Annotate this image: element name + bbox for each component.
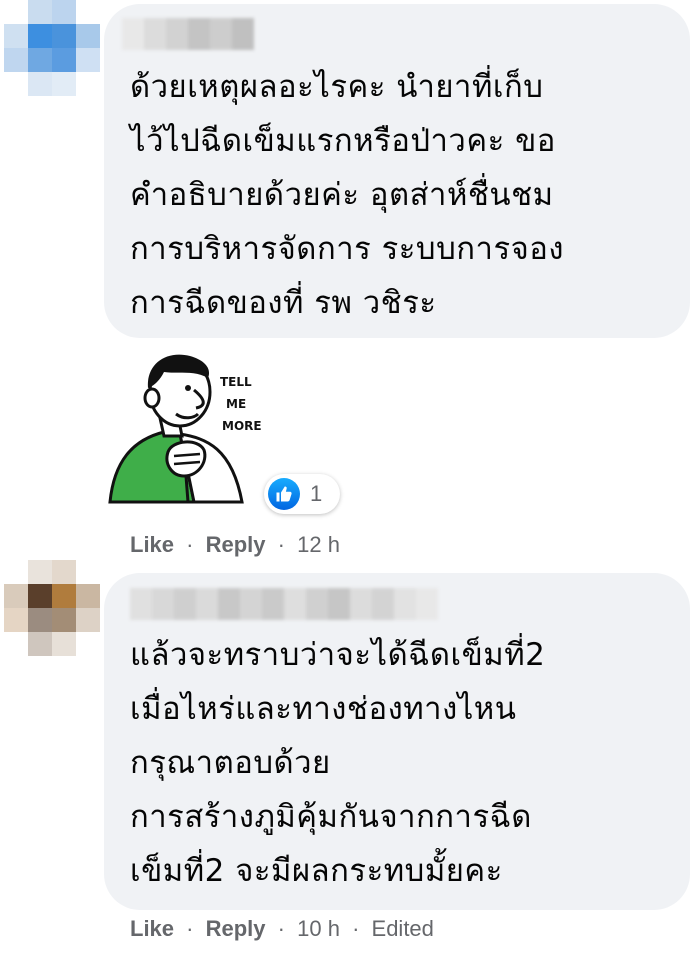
reply-button[interactable]: Reply	[206, 916, 266, 941]
sticker-text-tell: TELL	[220, 375, 252, 389]
separator: ·	[352, 916, 360, 941]
comment-timestamp[interactable]: 10 h	[297, 916, 340, 941]
comment-actions: Like · Reply · 10 h · Edited	[130, 916, 434, 942]
comment-line: ไว้ไปฉีดเข็มแรกหรือป่าวคะ ขอ	[130, 123, 556, 159]
sticker-text-more: MORE	[222, 419, 262, 433]
comment-line: การบริหารจัดการ ระบบการจอง	[130, 231, 565, 267]
comment-line: แล้วจะทราบว่าจะได้ฉีดเข็มที่2	[130, 637, 546, 673]
commenter-name-redacted[interactable]	[130, 588, 438, 620]
avatar[interactable]	[4, 560, 100, 656]
comment-line: ด้วยเหตุผลอะไรคะ นำยาที่เก็บ	[130, 69, 544, 105]
like-button[interactable]: Like	[130, 916, 174, 941]
comment-line: การฉีดของที่ รพ วชิระ	[130, 285, 437, 321]
comment-actions: Like · Reply · 12 h	[130, 532, 340, 558]
comment-text: แล้วจะทราบว่าจะได้ฉีดเข็มที่2 เมื่อไหร่แ…	[130, 628, 545, 898]
separator: ·	[277, 532, 285, 557]
comment-text: ด้วยเหตุผลอะไรคะ นำยาที่เก็บ ไว้ไปฉีดเข็…	[130, 60, 564, 330]
reaction-summary[interactable]: 1	[264, 474, 340, 514]
sticker-text-me: ME	[226, 397, 246, 411]
like-button[interactable]: Like	[130, 532, 174, 557]
comment-line: เข็มที่2 จะมีผลกระทบมั้ยคะ	[130, 853, 503, 889]
reaction-count: 1	[310, 481, 323, 506]
edited-label[interactable]: Edited	[372, 916, 434, 941]
reply-button[interactable]: Reply	[206, 532, 266, 557]
comment-timestamp[interactable]: 12 h	[297, 532, 340, 557]
separator: ·	[277, 916, 285, 941]
separator: ·	[186, 916, 194, 941]
comment-line: เมื่อไหร่และทางช่องทางไหน	[130, 691, 517, 727]
tell-me-more-sticker: TELL ME MORE	[108, 354, 262, 504]
separator: ·	[186, 532, 194, 557]
like-thumb-icon	[268, 478, 300, 510]
avatar[interactable]	[4, 0, 100, 96]
comment-line: คำอธิบายด้วยค่ะ อุตส่าห์ชื่นชม	[130, 177, 554, 213]
commenter-name-redacted[interactable]	[122, 18, 254, 50]
comment-line: กรุณาตอบด้วย	[130, 745, 331, 781]
comment-line: การสร้างภูมิคุ้มกันจากการฉีด	[130, 799, 532, 835]
